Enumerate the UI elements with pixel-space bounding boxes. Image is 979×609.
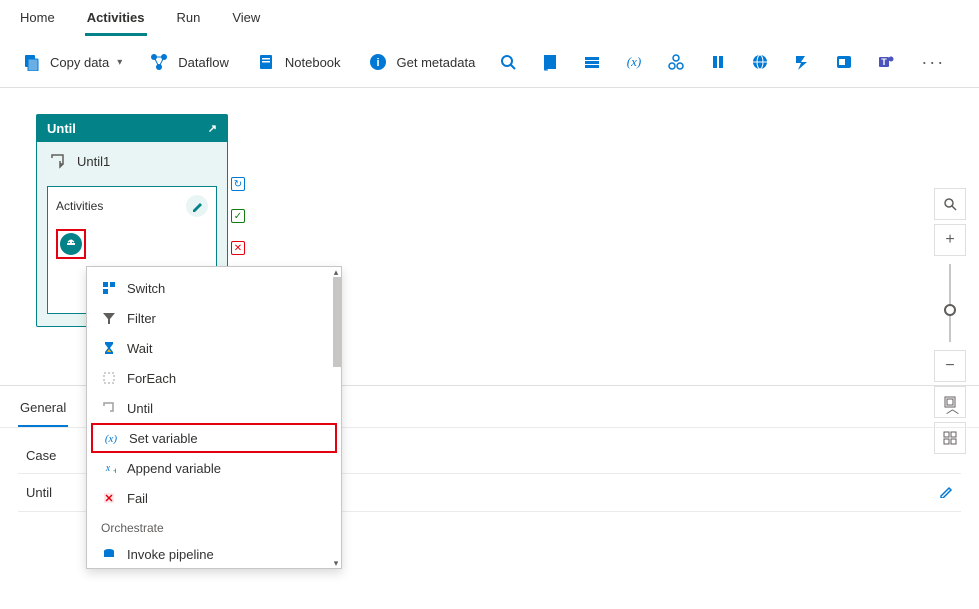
dataflow-button[interactable]: Dataflow [142, 45, 233, 79]
append-variable-icon: x+ [101, 460, 117, 476]
menu-label: Switch [127, 281, 165, 296]
skip-handle[interactable]: ↻ [231, 177, 245, 191]
menu-item-fail[interactable]: Fail [87, 483, 341, 513]
menu-item-invoke-pipeline[interactable]: Invoke pipeline [87, 539, 341, 566]
collapse-panel-button[interactable]: ︿ [946, 398, 959, 417]
menu-label: Filter [127, 311, 156, 326]
foreach-icon [101, 370, 117, 386]
plus-icon [60, 233, 82, 255]
menu-item-switch[interactable]: Switch [87, 273, 341, 303]
copy-data-label: Copy data [50, 55, 109, 70]
delete-icon[interactable] [705, 49, 731, 75]
activity-handles: ↻ ✓ ✕ [231, 177, 245, 255]
edit-activities-button[interactable] [186, 195, 208, 217]
notebook-icon [253, 49, 279, 75]
tab-run[interactable]: Run [175, 6, 203, 36]
menu-label: Wait [127, 341, 153, 356]
zoom-slider-thumb[interactable] [944, 304, 956, 316]
get-metadata-label: Get metadata [397, 55, 476, 70]
svg-text:(x): (x) [627, 54, 641, 69]
lookup-icon[interactable] [495, 49, 521, 75]
copy-data-icon [18, 49, 44, 75]
dataflow-icon [146, 49, 172, 75]
menu-label: Append variable [127, 461, 221, 476]
zoom-search-button[interactable] [934, 188, 966, 220]
menu-item-foreach[interactable]: ForEach [87, 363, 341, 393]
webhook-icon[interactable] [663, 49, 689, 75]
menu-item-append-variable[interactable]: x+ Append variable [87, 453, 341, 483]
menu-label: Fail [127, 491, 148, 506]
scroll-down-icon[interactable]: ▾ [331, 558, 341, 568]
main-tabs: Home Activities Run View [0, 0, 979, 37]
edit-field-button[interactable] [939, 484, 953, 501]
panel-tab-general[interactable]: General [18, 396, 68, 427]
menu-item-until[interactable]: Until [87, 393, 341, 423]
stored-proc-icon[interactable] [579, 49, 605, 75]
switch-icon [101, 280, 117, 296]
zoom-in-button[interactable]: + [934, 224, 966, 256]
fail-icon [101, 490, 117, 506]
expand-icon[interactable]: ↗ [208, 122, 217, 135]
pipeline-icon [101, 546, 117, 562]
menu-item-set-variable[interactable]: (x) Set variable [91, 423, 337, 453]
fail-handle[interactable]: ✕ [231, 241, 245, 255]
menu-label: Until [127, 401, 153, 416]
loop-icon [49, 152, 67, 170]
dataflow-label: Dataflow [178, 55, 229, 70]
success-handle[interactable]: ✓ [231, 209, 245, 223]
add-activity-button[interactable] [56, 229, 86, 259]
menu-item-filter[interactable]: Filter [87, 303, 341, 333]
variable-icon[interactable]: (x) [621, 49, 647, 75]
toolbar: Copy data ▾ Dataflow Notebook i Get meta… [0, 37, 979, 88]
zoom-slider[interactable] [949, 264, 951, 342]
scroll-thumb[interactable] [333, 277, 341, 367]
azure-function-icon[interactable] [789, 49, 815, 75]
svg-text:x: x [105, 463, 111, 474]
menu-section-orchestrate: Orchestrate [87, 513, 341, 539]
notebook-button[interactable]: Notebook [249, 45, 345, 79]
until-name-label: Until1 [77, 154, 110, 169]
menu-scrollbar[interactable]: ▴ ▾ [331, 267, 341, 568]
set-variable-icon: (x) [103, 430, 119, 446]
copy-data-button[interactable]: Copy data ▾ [14, 45, 126, 79]
filter-icon [101, 310, 117, 326]
until-title-label: Until [47, 121, 76, 136]
more-button[interactable]: ··· [915, 52, 951, 73]
until-icon [101, 400, 117, 416]
get-metadata-button[interactable]: i Get metadata [361, 45, 480, 79]
tab-view[interactable]: View [230, 6, 262, 36]
menu-item-wait[interactable]: Wait [87, 333, 341, 363]
svg-text:(x): (x) [105, 433, 118, 445]
zoom-out-button[interactable]: − [934, 350, 966, 382]
web-icon[interactable] [747, 49, 773, 75]
wait-icon [101, 340, 117, 356]
teams-icon[interactable]: T [873, 49, 899, 75]
scroll-up-icon[interactable]: ▴ [331, 267, 341, 277]
svg-text:i: i [376, 57, 379, 69]
script-icon[interactable] [537, 49, 563, 75]
chevron-down-icon: ▾ [117, 57, 122, 68]
tab-home[interactable]: Home [18, 6, 57, 36]
menu-label: Set variable [129, 431, 198, 446]
menu-label: Invoke pipeline [127, 547, 214, 562]
tab-activities[interactable]: Activities [85, 6, 147, 36]
outlook-icon[interactable] [831, 49, 857, 75]
notebook-label: Notebook [285, 55, 341, 70]
svg-text:T: T [882, 57, 888, 67]
menu-label: ForEach [127, 371, 176, 386]
svg-text:+: + [113, 466, 116, 475]
info-icon: i [365, 49, 391, 75]
add-activity-menu: Switch Filter Wait ForEach Until (x) Set… [86, 266, 342, 569]
activities-label: Activities [56, 199, 103, 213]
